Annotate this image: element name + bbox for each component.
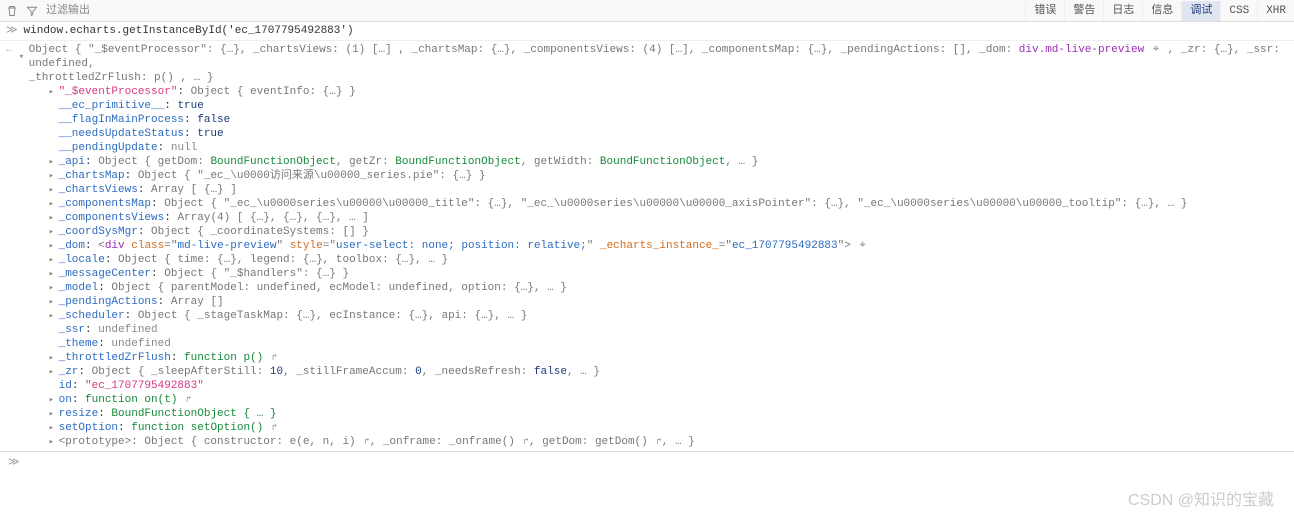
- filter-tabs: 错误警告日志信息调试CSSXHR: [1025, 1, 1294, 21]
- disclosure-icon[interactable]: ▸: [49, 239, 59, 253]
- disclosure-icon[interactable]: ▸: [49, 407, 59, 421]
- console-prompt[interactable]: ≫: [0, 451, 1294, 474]
- trash-icon[interactable]: [4, 3, 20, 19]
- disclosure-icon[interactable]: ▸: [49, 225, 59, 239]
- filter-tab-CSS[interactable]: CSS: [1220, 1, 1257, 21]
- object-summary-line1[interactable]: ▾ Object { "_$eventProcessor": {…}, _cha…: [19, 43, 1288, 71]
- tree-row[interactable]: ▸_componentsViews: Array(4) [ {…}, {…}, …: [19, 211, 1288, 225]
- tree-row[interactable]: ▸<prototype>: Object { constructor: e(e,…: [19, 435, 1288, 449]
- tree-row[interactable]: ▸resize: BoundFunctionObject { … }: [19, 407, 1288, 421]
- filter-tab-XHR[interactable]: XHR: [1257, 1, 1294, 21]
- tree-row[interactable]: ▸_throttledZrFlush: function p() ↱: [19, 351, 1288, 365]
- tree-row[interactable]: ▸_api: Object { getDom: BoundFunctionObj…: [19, 155, 1288, 169]
- tree-row-content: _componentsMap: Object { "_ec_\u0000seri…: [59, 197, 1188, 211]
- console-toolbar: 过滤输出 错误警告日志信息调试CSSXHR: [0, 0, 1294, 22]
- disclosure-icon[interactable]: ▸: [49, 211, 59, 225]
- tree-row-content: __ec_primitive__: true: [59, 99, 204, 113]
- disclosure-icon[interactable]: ▸: [49, 295, 59, 309]
- tree-row[interactable]: ▸_zr: Object { _sleepAfterStill: 10, _st…: [19, 365, 1288, 379]
- disclosure-icon[interactable]: ▸: [49, 169, 59, 183]
- tree-row-content: _theme: undefined: [59, 337, 171, 351]
- tree-row[interactable]: _ssr: undefined: [19, 323, 1288, 337]
- tree-row[interactable]: ▸setOption: function setOption() ↱: [19, 421, 1288, 435]
- tree-row-content: on: function on(t) ↱: [59, 393, 192, 407]
- filter-placeholder[interactable]: 过滤输出: [44, 4, 90, 18]
- tree-row[interactable]: ▸_pendingActions: Array []: [19, 295, 1288, 309]
- object-summary-line2[interactable]: _throttledZrFlush: p() , … }: [19, 71, 1288, 85]
- tree-row-content: _dom: <div class="md-live-preview" style…: [59, 239, 868, 253]
- tree-row[interactable]: __needsUpdateStatus: true: [19, 127, 1288, 141]
- filter-tab-错误[interactable]: 错误: [1025, 1, 1064, 21]
- filter-icon[interactable]: [24, 3, 40, 19]
- disclosure-icon[interactable]: ▸: [49, 281, 59, 295]
- tree-row-content: _chartsMap: Object { "_ec_\u0000访问来源\u00…: [59, 169, 486, 183]
- tree-row-content: _scheduler: Object { _stageTaskMap: {…},…: [59, 309, 528, 323]
- tree-row[interactable]: __ec_primitive__: true: [19, 99, 1288, 113]
- tree-row-content: "_$eventProcessor": Object { eventInfo: …: [59, 85, 356, 99]
- tree-row-content: _model: Object { parentModel: undefined,…: [59, 281, 567, 295]
- disclosure-icon[interactable]: ▸: [49, 267, 59, 281]
- disclosure-icon[interactable]: ▸: [49, 421, 59, 435]
- tree-row-content: setOption: function setOption() ↱: [59, 421, 278, 435]
- tree-row[interactable]: ▸"_$eventProcessor": Object { eventInfo:…: [19, 85, 1288, 99]
- watermark: CSDN @知识的宝藏: [1128, 494, 1274, 508]
- tree-row-content: <prototype>: Object { constructor: e(e, …: [59, 435, 695, 449]
- node-picker-icon[interactable]: ⌖: [859, 240, 865, 252]
- tree-row-content: _throttledZrFlush: function p() ↱: [59, 351, 278, 365]
- tree-row-content: __needsUpdateStatus: true: [59, 127, 224, 141]
- console-output-row: ← ▾ Object { "_$eventProcessor": {…}, _c…: [0, 41, 1294, 451]
- tree-row-content: _componentsViews: Array(4) [ {…}, {…}, {…: [59, 211, 369, 225]
- tree-row[interactable]: ▸_coordSysMgr: Object { _coordinateSyste…: [19, 225, 1288, 239]
- output-arrow-icon: ←: [6, 43, 13, 57]
- object-tree: ▾ Object { "_$eventProcessor": {…}, _cha…: [19, 43, 1288, 449]
- tree-row[interactable]: ▸_chartsMap: Object { "_ec_\u0000访问来源\u0…: [19, 169, 1288, 183]
- tree-row-content: resize: BoundFunctionObject { … }: [59, 407, 277, 421]
- tree-row[interactable]: __pendingUpdate: null: [19, 141, 1288, 155]
- filter-tab-日志[interactable]: 日志: [1103, 1, 1142, 21]
- input-prompt-icon: ≫: [6, 24, 18, 38]
- filter-tab-信息[interactable]: 信息: [1142, 1, 1181, 21]
- console-input-row: ≫ window.echarts.getInstanceById('ec_170…: [0, 22, 1294, 41]
- disclosure-icon[interactable]: ▸: [49, 155, 59, 169]
- disclosure-icon[interactable]: ▸: [49, 253, 59, 267]
- disclosure-icon[interactable]: ▾: [19, 50, 29, 64]
- tree-row-content: __pendingUpdate: null: [59, 141, 198, 155]
- tree-row[interactable]: ▸_scheduler: Object { _stageTaskMap: {…}…: [19, 309, 1288, 323]
- disclosure-icon[interactable]: ▸: [49, 183, 59, 197]
- tree-row-content: id: "ec_1707795492883": [59, 379, 204, 393]
- disclosure-icon[interactable]: ▸: [49, 197, 59, 211]
- tree-row[interactable]: ▸_componentsMap: Object { "_ec_\u0000ser…: [19, 197, 1288, 211]
- disclosure-icon[interactable]: ▸: [49, 365, 59, 379]
- console-command: window.echarts.getInstanceById('ec_17077…: [24, 24, 354, 38]
- tree-row-content: _ssr: undefined: [59, 323, 158, 337]
- tree-row[interactable]: ▸on: function on(t) ↱: [19, 393, 1288, 407]
- tree-row[interactable]: ▸_dom: <div class="md-live-preview" styl…: [19, 239, 1288, 253]
- disclosure-icon[interactable]: ▸: [49, 85, 59, 99]
- node-picker-icon[interactable]: ⌖: [1153, 44, 1159, 56]
- filter-tab-调试[interactable]: 调试: [1181, 1, 1220, 21]
- tree-row[interactable]: __flagInMainProcess: false: [19, 113, 1288, 127]
- tree-row-content: _chartsViews: Array [ {…} ]: [59, 183, 237, 197]
- tree-row-content: _messageCenter: Object { "_$handlers": {…: [59, 267, 349, 281]
- tree-row[interactable]: id: "ec_1707795492883": [19, 379, 1288, 393]
- tree-row[interactable]: ▸_locale: Object { time: {…}, legend: {……: [19, 253, 1288, 267]
- disclosure-icon[interactable]: ▸: [49, 435, 59, 449]
- tree-row-content: __flagInMainProcess: false: [59, 113, 231, 127]
- tree-row-content: _api: Object { getDom: BoundFunctionObje…: [59, 155, 759, 169]
- disclosure-icon[interactable]: ▸: [49, 309, 59, 323]
- tree-row[interactable]: _theme: undefined: [19, 337, 1288, 351]
- tree-row-content: _coordSysMgr: Object { _coordinateSystem…: [59, 225, 369, 239]
- filter-tab-警告[interactable]: 警告: [1064, 1, 1103, 21]
- tree-row-content: _zr: Object { _sleepAfterStill: 10, _sti…: [59, 365, 600, 379]
- disclosure-icon[interactable]: ▸: [49, 351, 59, 365]
- tree-row-content: _locale: Object { time: {…}, legend: {…}…: [59, 253, 448, 267]
- tree-row[interactable]: ▸_chartsViews: Array [ {…} ]: [19, 183, 1288, 197]
- disclosure-icon[interactable]: ▸: [49, 393, 59, 407]
- tree-row[interactable]: ▸_model: Object { parentModel: undefined…: [19, 281, 1288, 295]
- tree-row[interactable]: ▸_messageCenter: Object { "_$handlers": …: [19, 267, 1288, 281]
- tree-row-content: _pendingActions: Array []: [59, 295, 224, 309]
